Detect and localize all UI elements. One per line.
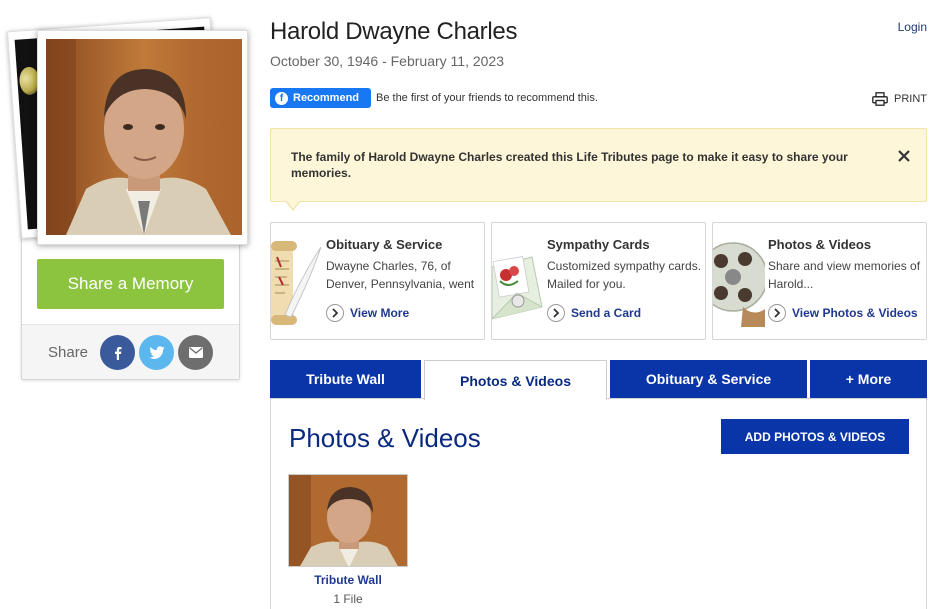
section-title: Photos & Videos [289,423,481,453]
recommend-label: Recommend [293,92,360,104]
envelope-icon [188,347,203,358]
share-label: Share [48,344,89,361]
notice-text: The family of Harold Dwayne Charles crea… [291,150,848,180]
tab-photos-videos[interactable]: Photos & Videos [424,360,607,400]
film-reel-icon [713,242,765,327]
facebook-share-button[interactable] [100,335,135,370]
recommend-text: Be the first of your friends to recommen… [376,92,598,104]
card-title: Obituary & Service [326,237,443,252]
share-row: Share [22,324,239,379]
album-name-link[interactable]: Tribute Wall [288,573,408,587]
sympathy-cards-card[interactable]: Sympathy Cards Customized sympathy cards… [491,222,706,340]
card-title: Photos & Videos [768,237,872,252]
card-description: Customized sympathy cards. Mailed for yo… [547,259,702,291]
print-button[interactable]: PRINT [872,92,927,106]
card-description: Share and view memories of Harold... [768,259,921,291]
obituary-card[interactable]: Obituary & Service Dwayne Charles, 76, o… [270,222,485,340]
profile-photo [46,39,242,235]
printer-icon [872,92,888,106]
album-file-count: 1 File [333,592,363,606]
card-link-label: Send a Card [571,306,642,320]
profile-photo-stack [6,17,248,245]
print-label: PRINT [894,93,927,105]
scroll-quill-icon [271,241,322,325]
envelope-card-icon [492,256,543,320]
facebook-icon: f [275,91,288,105]
notice-pointer-fill [286,200,300,209]
add-photos-videos-button[interactable]: ADD PHOTOS & VIDEOS [721,419,909,454]
page-title: Harold Dwayne Charles [270,18,518,45]
login-link[interactable]: Login [898,20,927,34]
album-thumbnail[interactable] [288,474,408,567]
facebook-recommend-button[interactable]: f Recommend [270,88,371,108]
email-share-button[interactable] [178,335,213,370]
life-dates: October 30, 1946 - February 11, 2023 [270,53,504,69]
share-memory-button[interactable]: Share a Memory [37,259,224,309]
chevron-right-icon [547,304,565,322]
chevron-right-icon [326,304,344,322]
card-link-label: View More [350,306,410,320]
profile-photo-frame [37,30,248,245]
view-more-link[interactable]: View More [326,304,409,322]
facebook-icon [114,346,121,360]
tab-tribute-wall[interactable]: Tribute Wall [270,360,421,398]
view-photos-videos-link[interactable]: View Photos & Videos [768,304,918,322]
close-icon[interactable] [896,148,912,164]
card-description: Dwayne Charles, 76, of Denver, Pennsylva… [326,259,475,291]
chevron-right-icon [768,304,786,322]
photos-videos-card[interactable]: Photos & Videos Share and view memories … [712,222,927,340]
tab-obituary-service[interactable]: Obituary & Service [610,360,807,398]
tab-more[interactable]: + More [810,360,927,398]
twitter-share-button[interactable] [139,335,174,370]
notice-banner: The family of Harold Dwayne Charles crea… [270,128,927,202]
card-link-label: View Photos & Videos [792,306,918,320]
photos-videos-panel: Photos & Videos ADD PHOTOS & VIDEOS Trib… [270,398,927,609]
card-title: Sympathy Cards [547,237,650,252]
send-card-link[interactable]: Send a Card [547,304,641,322]
twitter-icon [148,345,164,359]
